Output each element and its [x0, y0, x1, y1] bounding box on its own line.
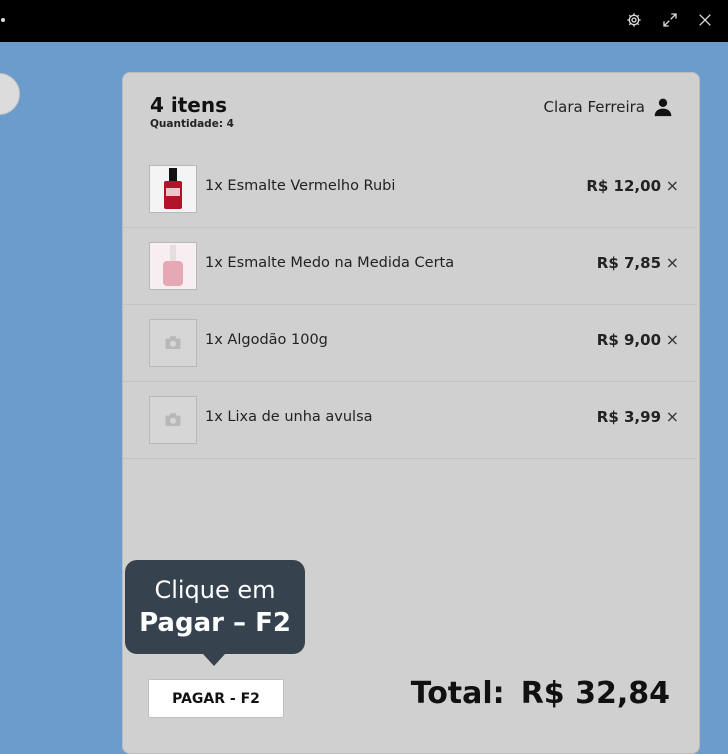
cart-item: 1x Algodão 100g R$ 9,00 ×	[123, 305, 697, 382]
camera-placeholder-icon	[149, 319, 197, 367]
customer-name: Clara Ferreira	[543, 98, 646, 116]
red-nail-polish-thumbnail	[149, 165, 197, 213]
item-name: 1x Esmalte Vermelho Rubi	[205, 178, 396, 194]
gear-icon[interactable]	[624, 10, 644, 30]
side-toggle-button[interactable]	[0, 73, 20, 115]
cart-item: 1x Esmalte Vermelho Rubi R$ 12,00 ×	[123, 151, 697, 228]
remove-item-button[interactable]: ×	[666, 331, 679, 349]
total-label: Total:	[410, 676, 505, 711]
total-display: Total: R$ 32,84	[411, 676, 670, 711]
pink-nail-polish-thumbnail	[149, 242, 197, 290]
window-title-bar	[0, 0, 728, 42]
customer-selector[interactable]: Clara Ferreira	[544, 97, 674, 117]
remove-item-button[interactable]: ×	[666, 408, 679, 426]
pay-hint-tooltip: Clique em Pagar – F2	[125, 560, 305, 666]
camera-placeholder-icon	[149, 396, 197, 444]
expand-icon[interactable]	[660, 10, 680, 30]
item-name: 1x Esmalte Medo na Medida Certa	[205, 255, 455, 271]
total-value: R$ 32,84	[520, 676, 670, 711]
remove-item-button[interactable]: ×	[666, 177, 679, 195]
pay-button[interactable]: PAGAR - F2	[148, 679, 284, 718]
item-price: R$ 3,99	[596, 408, 661, 426]
item-price: R$ 7,85	[596, 254, 661, 272]
cart-item: 1x Esmalte Medo na Medida Certa R$ 7,85 …	[123, 228, 697, 305]
remove-item-button[interactable]: ×	[666, 254, 679, 272]
item-price: R$ 12,00	[586, 177, 661, 195]
tooltip-line-1: Clique em	[154, 576, 276, 604]
tooltip-line-2: Pagar – F2	[139, 608, 291, 638]
item-count-title: 4 itens	[150, 93, 228, 117]
item-price: R$ 9,00	[596, 331, 661, 349]
item-name: 1x Lixa de unha avulsa	[205, 409, 373, 425]
user-icon	[654, 98, 672, 117]
cart-item: 1x Lixa de unha avulsa R$ 3,99 ×	[123, 382, 697, 459]
close-icon[interactable]	[695, 10, 715, 30]
item-name: 1x Algodão 100g	[205, 332, 328, 348]
menu-dot	[1, 18, 5, 22]
quantity-label: Quantidade: 4	[150, 118, 234, 130]
